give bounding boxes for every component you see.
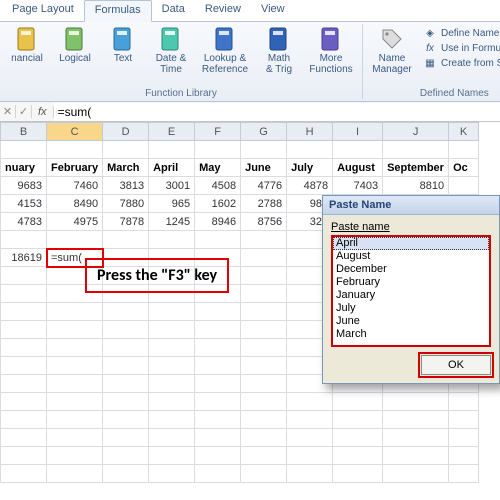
grid-icon: ▦ — [423, 56, 437, 70]
book-icon — [318, 26, 344, 52]
text-button[interactable]: Text — [100, 24, 146, 87]
table-row — [1, 393, 479, 411]
column-headers: B C D E F G H I J K — [1, 123, 479, 141]
list-item[interactable]: August — [333, 250, 489, 263]
col-header[interactable]: D — [103, 123, 149, 141]
tag-icon: ◈ — [423, 26, 437, 40]
col-header[interactable]: C — [47, 123, 103, 141]
table-row — [1, 447, 479, 465]
table-row — [1, 465, 479, 483]
group-defined-names: Name Manager ◈ Define Name fx Use in For… — [363, 24, 500, 99]
more-functions-button[interactable]: More Functions — [304, 24, 358, 87]
formula-bar: ✕ ✓ fx — [0, 102, 500, 122]
book-icon — [158, 26, 184, 52]
ribbon: nancial Logical Text Date & Time — [0, 22, 500, 102]
table-row: 968374603813 300145084776 487874038810 — [1, 177, 479, 195]
col-header[interactable]: B — [1, 123, 47, 141]
list-item[interactable]: February — [333, 276, 489, 289]
tag-icon — [379, 26, 405, 52]
group-function-library: nancial Logical Text Date & Time — [0, 24, 363, 99]
book-icon — [212, 26, 238, 52]
table-row — [1, 141, 479, 159]
instruction-annotation: Press the "F3" key — [85, 258, 229, 293]
cell[interactable]: 18619 — [1, 249, 47, 267]
col-header[interactable]: G — [241, 123, 287, 141]
list-item[interactable]: July — [333, 302, 489, 315]
lookup-reference-button[interactable]: Lookup & Reference — [196, 24, 254, 87]
defined-names-mini: ◈ Define Name fx Use in Formula ▦ Create… — [419, 24, 500, 87]
ok-button[interactable]: OK — [421, 355, 491, 375]
tab-page-layout[interactable]: Page Layout — [2, 0, 84, 21]
group-label-defined-names: Defined Names — [420, 88, 489, 99]
tab-view[interactable]: View — [251, 0, 295, 21]
financial-button[interactable]: nancial — [4, 24, 50, 87]
formula-cancel[interactable]: ✕ — [0, 105, 16, 118]
col-header[interactable]: H — [287, 123, 333, 141]
list-item[interactable]: June — [333, 315, 489, 328]
col-header[interactable]: F — [195, 123, 241, 141]
col-header[interactable]: E — [149, 123, 195, 141]
formula-accept[interactable]: ✓ — [16, 105, 32, 118]
tab-review[interactable]: Review — [195, 0, 251, 21]
fx-icon: fx — [423, 41, 437, 55]
name-manager-button[interactable]: Name Manager — [367, 24, 417, 87]
define-name-button[interactable]: ◈ Define Name — [423, 26, 500, 40]
list-item[interactable]: April — [333, 237, 489, 250]
math-trig-button[interactable]: Math & Trig — [256, 24, 302, 87]
create-from-selection-button[interactable]: ▦ Create from Selection — [423, 56, 500, 70]
col-header[interactable]: K — [449, 123, 479, 141]
table-row — [1, 429, 479, 447]
list-item[interactable]: January — [333, 289, 489, 302]
dialog-label: Paste name — [331, 221, 491, 233]
paste-name-dialog: Paste Name Paste name April August Decem… — [322, 195, 500, 384]
fx-icon[interactable]: fx — [32, 106, 54, 118]
book-icon — [62, 26, 88, 52]
book-icon — [14, 26, 40, 52]
formula-input[interactable] — [54, 103, 500, 121]
tab-formulas[interactable]: Formulas — [84, 0, 152, 22]
paste-name-listbox[interactable]: April August December February January J… — [331, 235, 491, 347]
date-time-button[interactable]: Date & Time — [148, 24, 194, 87]
book-icon — [110, 26, 136, 52]
dialog-title: Paste Name — [323, 196, 499, 215]
logical-button[interactable]: Logical — [52, 24, 98, 87]
table-row: nuaryFebruaryMarch AprilMayJune JulyAugu… — [1, 159, 479, 177]
ribbon-tabstrip: Page Layout Formulas Data Review View — [0, 0, 500, 22]
tab-data[interactable]: Data — [152, 0, 195, 21]
use-in-formula-button[interactable]: fx Use in Formula — [423, 41, 500, 55]
list-item[interactable]: March — [333, 328, 489, 341]
col-header[interactable]: J — [383, 123, 449, 141]
group-label-function-library: Function Library — [145, 88, 217, 99]
col-header[interactable]: I — [333, 123, 383, 141]
book-icon — [266, 26, 292, 52]
table-row — [1, 411, 479, 429]
list-item[interactable]: December — [333, 263, 489, 276]
